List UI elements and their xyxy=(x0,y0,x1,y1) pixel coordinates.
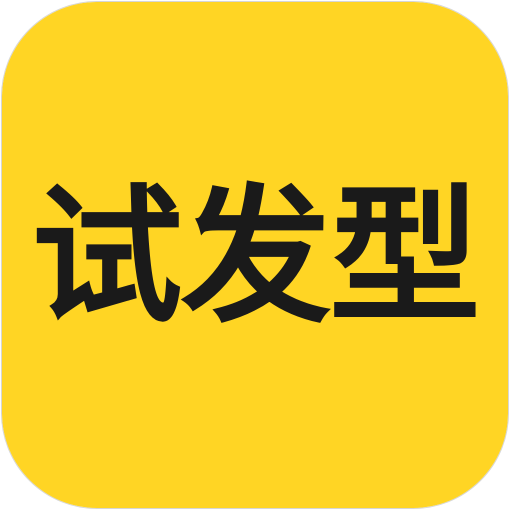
app-icon[interactable]: 试发型 xyxy=(1,1,509,509)
app-name: 试发型 xyxy=(31,171,481,343)
